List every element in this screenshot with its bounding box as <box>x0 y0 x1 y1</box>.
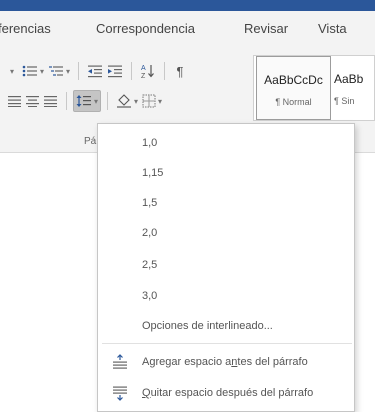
option-label: 1,0 <box>142 137 158 149</box>
line-spacing-options-link[interactable]: Opciones de interlineado... <box>98 313 354 339</box>
sort-icon[interactable]: AZ <box>138 60 158 82</box>
tab-revisar[interactable]: Revisar <box>244 21 288 36</box>
svg-text:Z: Z <box>141 73 146 79</box>
multilevel-list-icon[interactable]: ▾ <box>46 60 72 82</box>
menu-divider <box>102 343 352 344</box>
style-name: ¶ Normal <box>275 97 312 107</box>
ribbon-separator <box>78 62 80 80</box>
ribbon-separator <box>107 92 109 110</box>
increase-indent-icon[interactable] <box>105 60 125 82</box>
line-spacing-option[interactable]: 1,0 <box>98 130 354 156</box>
align-center-icon[interactable] <box>24 90 42 112</box>
ribbon-tabs: ferencias Correspondencia Revisar Vista <box>0 11 375 48</box>
remove-space-after-icon <box>112 385 128 401</box>
paragraph-group-label: Pá <box>84 136 97 147</box>
option-label: Quitar espacio después del párrafo <box>142 387 314 399</box>
remove-space-after-button[interactable]: Quitar espacio después del párrafo <box>98 380 354 406</box>
line-spacing-option[interactable]: 2,5 <box>98 252 354 278</box>
ribbon-separator <box>131 62 133 80</box>
add-space-before-button[interactable]: Agregar espacio antes del párrafo <box>98 349 354 375</box>
style-name: ¶ Sin <box>334 96 355 106</box>
style-sample: AaBbCcDc <box>264 73 323 87</box>
line-spacing-option[interactable]: 1,15 <box>98 160 354 186</box>
document-page-edge <box>355 153 375 412</box>
add-space-before-icon <box>112 354 128 370</box>
align-left-icon[interactable] <box>6 90 24 112</box>
option-label: 2,0 <box>142 227 158 239</box>
pilcrow-icon[interactable]: ¶ <box>171 60 189 82</box>
word-window: ferencias Correspondencia Revisar Vista … <box>0 0 375 412</box>
line-spacing-menu: 1,0 1,15 1,5 2,0 2,5 3,0 Opciones de int… <box>97 123 355 412</box>
option-label: Opciones de interlineado... <box>142 320 273 332</box>
svg-text:A: A <box>141 65 146 72</box>
title-bar <box>0 0 375 11</box>
line-spacing-option[interactable]: 1,5 <box>98 190 354 216</box>
bullet-list-icon[interactable]: ▾ <box>20 60 46 82</box>
ribbon-separator <box>66 92 67 110</box>
style-normal[interactable]: AaBbCcDc ¶ Normal <box>256 56 331 120</box>
document-page[interactable] <box>0 153 97 412</box>
option-label: Agregar espacio antes del párrafo <box>142 356 308 368</box>
tab-correspondencia[interactable]: Correspondencia <box>96 21 195 36</box>
option-label: 1,15 <box>142 167 164 179</box>
option-label: 3,0 <box>142 290 158 302</box>
line-spacing-option[interactable]: 2,0 <box>98 220 354 246</box>
option-label: 2,5 <box>142 259 158 271</box>
style-sample: AaBb <box>334 72 364 86</box>
ribbon-separator <box>164 62 166 80</box>
option-label: 1,5 <box>142 197 158 209</box>
style-sin-espaciado[interactable]: AaBb ¶ Sin <box>334 56 375 120</box>
tab-referencias[interactable]: ferencias <box>0 21 51 36</box>
borders-icon[interactable]: ▾ <box>140 90 164 112</box>
tab-vista[interactable]: Vista <box>318 21 347 36</box>
justify-icon[interactable] <box>42 90 60 112</box>
line-spacing-button[interactable]: ▾ <box>73 90 102 112</box>
decrease-indent-icon[interactable] <box>85 60 105 82</box>
styles-gallery: AaBbCcDc ¶ Normal AaBb ¶ Sin <box>253 55 375 121</box>
bullets-dropdown-icon[interactable]: ▾ <box>2 60 20 82</box>
shading-icon[interactable]: ▾ <box>114 90 140 112</box>
line-spacing-option[interactable]: 3,0 <box>98 283 354 309</box>
paragraph-row-1: ▾ ▾ ▾ AZ ¶ <box>2 58 189 84</box>
paragraph-row-2: ▾ ▾ ▾ <box>6 88 164 114</box>
